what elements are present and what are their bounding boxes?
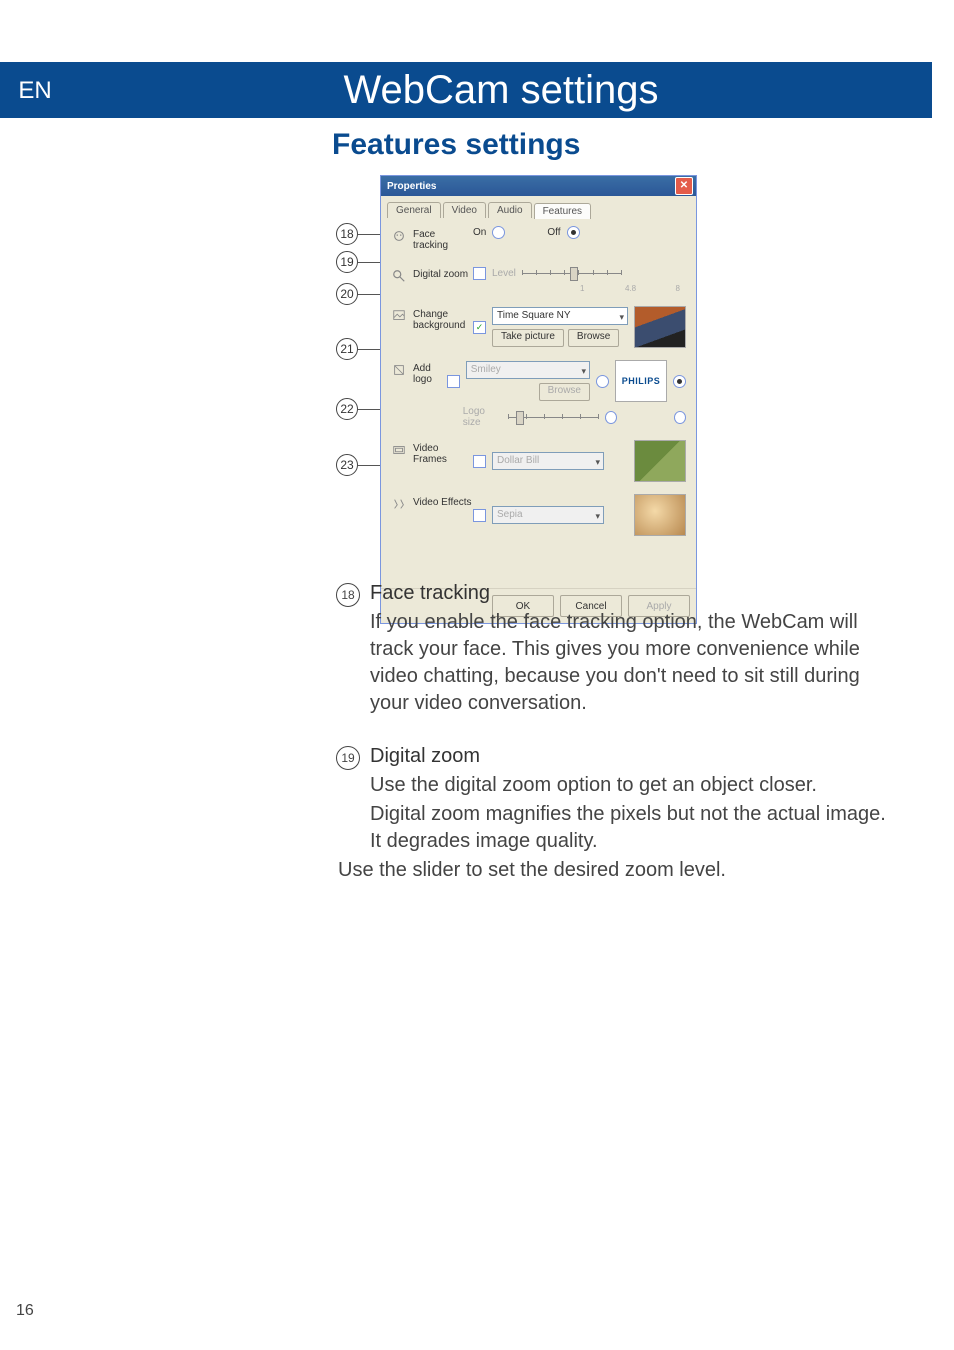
video-frames-dropdown[interactable]: Dollar Bill: [492, 452, 604, 470]
close-icon[interactable]: ✕: [675, 177, 693, 195]
magnifier-icon: [391, 268, 407, 284]
logo-dropdown[interactable]: Smiley: [466, 361, 590, 379]
video-frames-checkbox[interactable]: [473, 455, 486, 468]
face-tracking-off-radio[interactable]: [567, 226, 580, 239]
zoom-max: 8: [676, 284, 680, 293]
callout-number: 19: [336, 746, 360, 770]
video-effects-label: Video Effects: [413, 497, 473, 508]
logo-size-slider[interactable]: [508, 410, 599, 424]
row-add-logo: Add logo Smiley Browse PHILI: [391, 360, 686, 428]
add-logo-checkbox[interactable]: [447, 375, 460, 388]
dialog-titlebar: Properties ✕: [381, 176, 696, 196]
row-change-background: Change background ✓ Time Square NY Take …: [391, 306, 686, 348]
zoom-slider[interactable]: [522, 266, 622, 280]
effects-icon: [391, 496, 407, 512]
dialog-title: Properties: [387, 181, 436, 192]
row-face-tracking: Face tracking On Off: [391, 226, 686, 254]
features-panel: Face tracking On Off Digital zoom: [387, 218, 690, 580]
callout-number: 18: [336, 583, 360, 607]
logo-size-label: Logo size: [463, 406, 502, 428]
logo-pos-radio-1[interactable]: [596, 375, 609, 388]
change-background-label: Change background: [413, 309, 473, 331]
digital-zoom-para-3: Use the slider to set the desired zoom l…: [338, 857, 894, 884]
video-effects-preview: [634, 494, 686, 536]
callout-number: 21: [336, 338, 358, 360]
digital-zoom-label: Digital zoom: [413, 269, 473, 280]
callout-number: 22: [336, 398, 358, 420]
callout-number: 19: [336, 251, 358, 273]
face-tracking-heading: Face tracking: [370, 580, 894, 607]
tab-general[interactable]: General: [387, 202, 441, 218]
tab-features[interactable]: Features: [534, 203, 591, 219]
callout-number: 20: [336, 283, 358, 305]
row-digital-zoom: Digital zoom Level 1 4.8: [391, 266, 686, 294]
row-video-frames: Video Frames Dollar Bill: [391, 440, 686, 482]
zoom-level-label: Level: [492, 268, 516, 279]
callout-number: 23: [336, 454, 358, 476]
change-background-checkbox[interactable]: ✓: [473, 321, 486, 334]
digital-zoom-heading: Digital zoom: [370, 743, 894, 770]
section-heading: Features settings: [332, 128, 580, 162]
page-number: 16: [16, 1302, 34, 1320]
digital-zoom-checkbox[interactable]: [473, 267, 486, 280]
take-picture-button[interactable]: Take picture: [492, 329, 564, 347]
add-logo-label: Add logo: [413, 363, 447, 385]
video-frames-preview: [634, 440, 686, 482]
logo-icon: [391, 362, 407, 378]
background-browse-button[interactable]: Browse: [568, 329, 619, 347]
title-bar: WebCam settings: [70, 62, 932, 118]
digital-zoom-para-1: Use the digital zoom option to get an ob…: [370, 772, 894, 799]
tab-video[interactable]: Video: [443, 202, 486, 218]
logo-preview: PHILIPS: [615, 360, 667, 402]
face-tracking-on-label: On: [473, 227, 486, 238]
callout-number: 18: [336, 223, 358, 245]
tab-strip: General Video Audio Features: [387, 202, 696, 218]
video-effects-dropdown[interactable]: Sepia: [492, 506, 604, 524]
digital-zoom-para-2: Digital zoom magnifies the pixels but no…: [370, 801, 894, 855]
properties-dialog: Properties ✕ General Video Audio Feature…: [380, 175, 697, 624]
face-tracking-off-label: Off: [547, 227, 560, 238]
logo-pos-radio-3[interactable]: [605, 411, 617, 424]
logo-browse-button[interactable]: Browse: [539, 383, 590, 401]
face-icon: [391, 228, 407, 244]
row-video-effects: Video Effects Sepia: [391, 494, 686, 536]
zoom-value: 4.8: [625, 284, 636, 293]
body-text: 18 Face tracking If you enable the face …: [336, 580, 894, 888]
language-badge: EN: [0, 62, 70, 118]
background-dropdown[interactable]: Time Square NY: [492, 307, 628, 325]
background-icon: [391, 308, 407, 324]
video-frames-label: Video Frames: [413, 443, 473, 465]
face-tracking-label: Face tracking: [413, 229, 473, 251]
tab-audio[interactable]: Audio: [488, 202, 532, 218]
video-effects-checkbox[interactable]: [473, 509, 486, 522]
zoom-min: 1: [580, 284, 584, 293]
face-tracking-on-radio[interactable]: [492, 226, 505, 239]
face-tracking-paragraph: If you enable the face tracking option, …: [370, 609, 894, 717]
logo-pos-radio-4[interactable]: [674, 411, 686, 424]
frame-icon: [391, 442, 407, 458]
background-preview: [634, 306, 686, 348]
logo-pos-radio-2[interactable]: [673, 375, 686, 388]
